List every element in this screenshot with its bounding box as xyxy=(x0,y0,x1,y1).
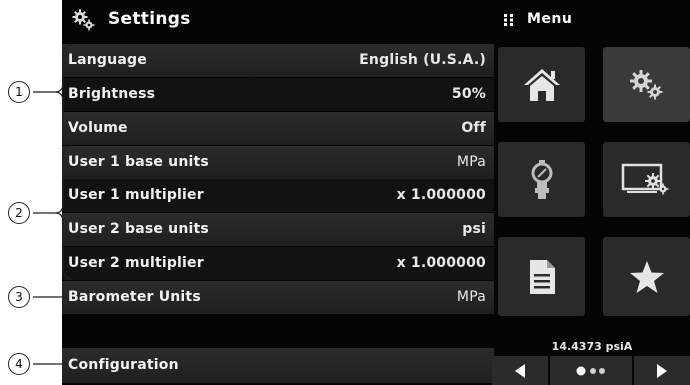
callout-1: 1 xyxy=(8,81,30,103)
callout-2: 2 xyxy=(8,202,30,224)
callout-4: 4 xyxy=(8,353,30,375)
annotation-brackets xyxy=(33,44,73,365)
callout-3: 3 xyxy=(8,286,30,308)
